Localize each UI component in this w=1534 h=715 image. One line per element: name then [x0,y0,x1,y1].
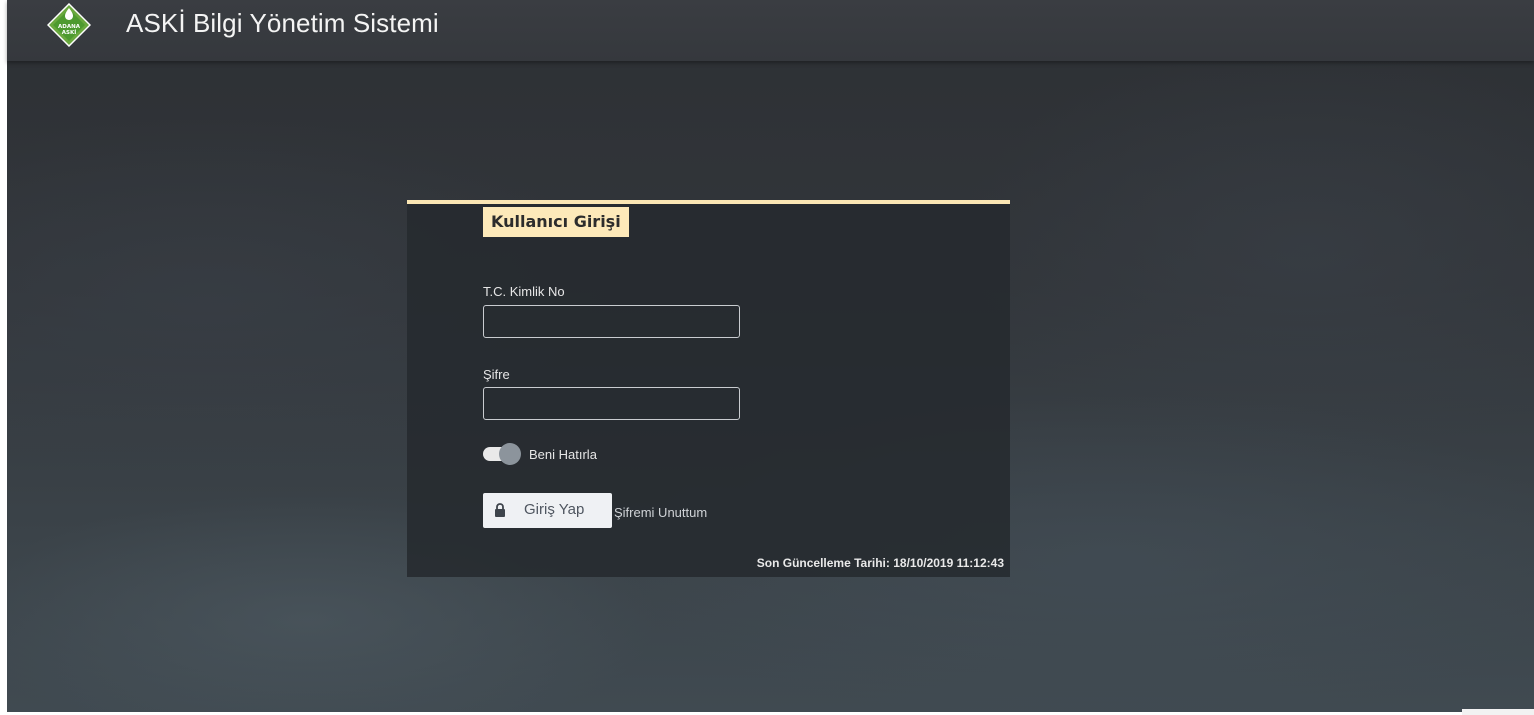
logo-text-bottom: ASKİ [62,29,77,36]
remember-me-toggle[interactable] [483,443,521,465]
password-label: Şifre [483,367,510,382]
login-button[interactable]: Giriş Yap [483,493,612,528]
app-title: ASKİ Bilgi Yönetim Sistemi [126,8,439,38]
aski-logo-icon: ADANA ASKİ [47,3,91,47]
lock-icon [495,503,505,517]
login-card: Kullanıcı Girişi T.C. Kimlik No Şifre Be… [407,200,1010,577]
forgot-password-link[interactable]: Şifremi Unuttum [614,505,707,520]
top-header: ADANA ASKİ ASKİ Bilgi Yönetim Sistemi [7,0,1534,61]
login-button-label: Giriş Yap [524,501,585,518]
login-page: ADANA ASKİ ASKİ Bilgi Yönetim Sistemi Ku… [0,0,1534,715]
password-input[interactable] [483,387,740,420]
toggle-knob [499,443,521,465]
left-edge [0,0,7,715]
tc-kimlik-input[interactable] [483,305,740,338]
last-update-text: Son Güncelleme Tarihi: 18/10/2019 11:12:… [756,556,1004,570]
remember-me-label: Beni Hatırla [529,447,597,462]
card-title: Kullanıcı Girişi [483,207,629,237]
tc-kimlik-label: T.C. Kimlik No [483,284,565,299]
scrollbar-corner [1462,709,1534,715]
